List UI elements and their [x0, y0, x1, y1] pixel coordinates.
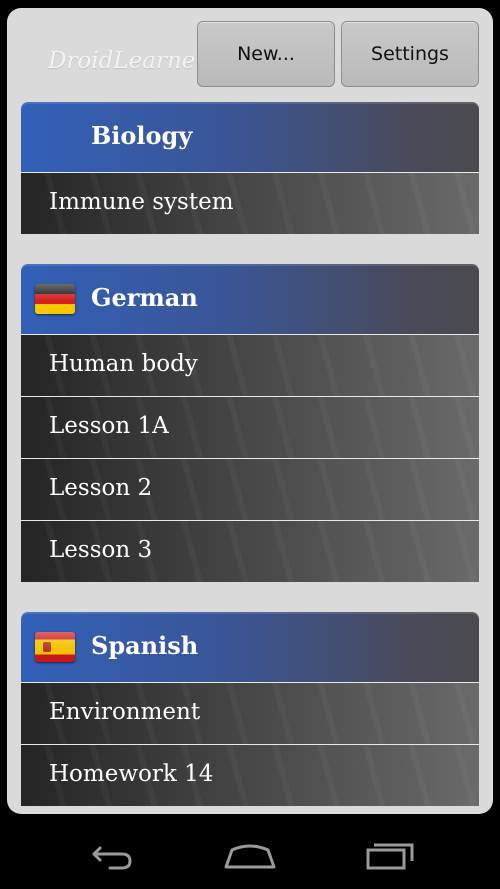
section-header-biology[interactable]: Biology	[21, 102, 479, 172]
section-title: Biology	[91, 121, 193, 150]
list-item-label: Lesson 2	[49, 475, 153, 501]
list-item[interactable]: Lesson 1A	[21, 396, 479, 458]
list-item[interactable]: Immune system	[21, 172, 479, 234]
list-item-label: Homework 14	[49, 761, 214, 787]
back-icon[interactable]	[80, 834, 140, 874]
list-item[interactable]: Lesson 3	[21, 520, 479, 582]
settings-button[interactable]: Settings	[341, 21, 479, 87]
section-german: German Human body Lesson 1A Lesson 2 Les…	[21, 264, 479, 582]
list-item-label: Immune system	[49, 189, 234, 215]
section-spanish: Spanish Environment Homework 14	[21, 612, 479, 806]
app-title: DroidLearner	[48, 48, 207, 74]
app-screen: DroidLearner New... Settings Biology Imm…	[7, 8, 493, 814]
course-list: Biology Immune system German Human body …	[21, 102, 479, 814]
home-icon[interactable]	[220, 834, 280, 874]
section-header-german[interactable]: German	[21, 264, 479, 334]
list-item[interactable]: Human body	[21, 334, 479, 396]
germany-flag-icon	[35, 284, 75, 314]
recents-icon[interactable]	[360, 834, 420, 874]
system-navigation-bar	[0, 818, 500, 889]
new-button[interactable]: New...	[197, 21, 335, 87]
spain-flag-icon	[35, 632, 75, 662]
list-item[interactable]: Lesson 2	[21, 458, 479, 520]
list-item-label: Lesson 1A	[49, 413, 169, 439]
list-item[interactable]: Environment	[21, 682, 479, 744]
list-item-label: Human body	[49, 351, 198, 377]
section-title: German	[91, 283, 198, 312]
list-item[interactable]: Homework 14	[21, 744, 479, 806]
section-title: Spanish	[91, 631, 199, 660]
section-header-spanish[interactable]: Spanish	[21, 612, 479, 682]
list-item-label: Environment	[49, 699, 201, 725]
section-biology: Biology Immune system	[21, 102, 479, 234]
list-item-label: Lesson 3	[49, 537, 153, 563]
